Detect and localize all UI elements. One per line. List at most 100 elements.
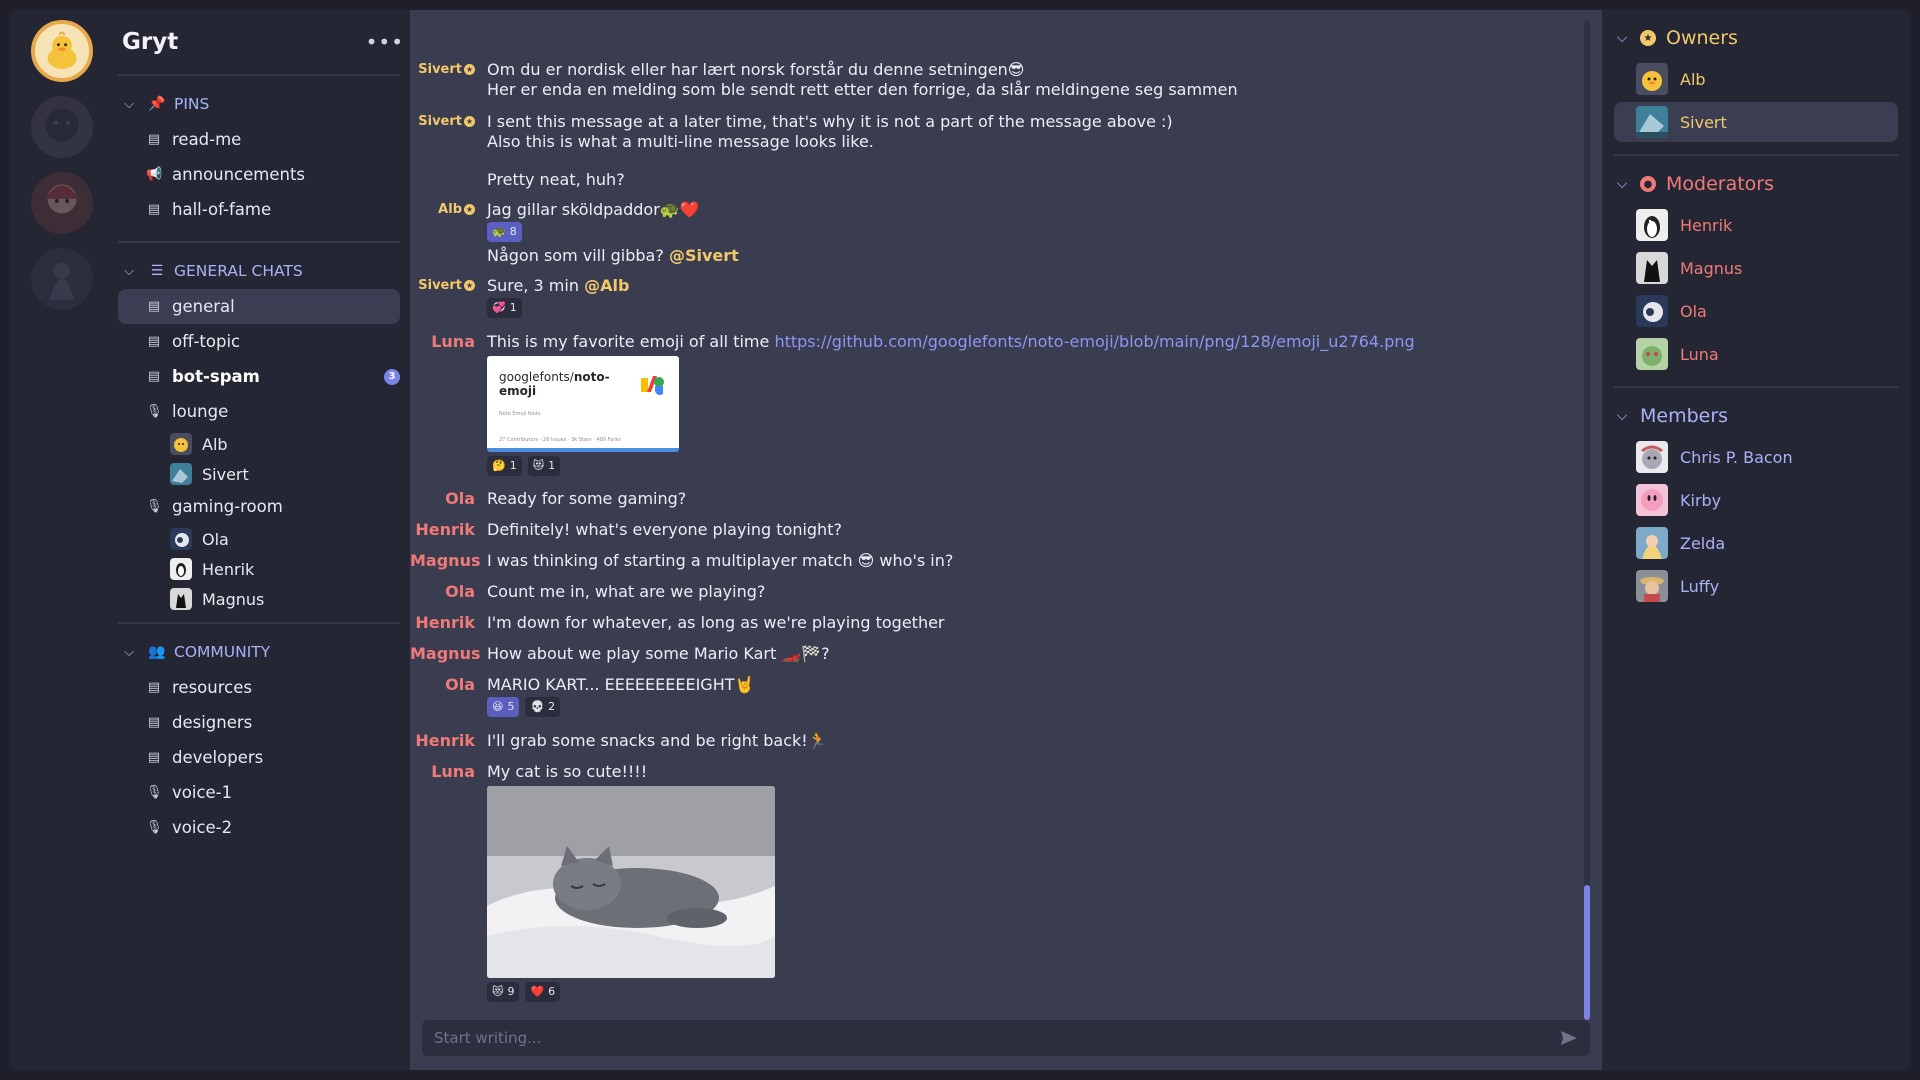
server-gryt-icon[interactable] <box>31 20 93 82</box>
message-author[interactable]: Ola <box>410 675 487 694</box>
message: Magnus How about we play some Mario Kart… <box>410 644 1582 664</box>
avatar <box>170 588 192 610</box>
message-author[interactable]: Magnus <box>410 551 487 570</box>
message-text: Also this is what a multi-line message l… <box>487 132 874 151</box>
more-options-icon[interactable]: ••• <box>366 30 404 54</box>
message-author[interactable]: Sivert ★ <box>410 112 487 129</box>
channel-gaming-room[interactable]: 🎙 gaming-room <box>118 489 400 524</box>
message: Ola Ready for some gaming? <box>410 489 1582 509</box>
server-dark-icon[interactable] <box>31 96 93 158</box>
message-author[interactable]: Henrik <box>410 731 487 750</box>
chat-scrollbar[interactable] <box>1584 20 1590 1020</box>
avatar <box>1636 338 1668 370</box>
channel-announcements[interactable]: 📢 announcements <box>118 157 400 192</box>
channel-developers[interactable]: ▤ developers <box>118 740 400 775</box>
channel-bot-spam[interactable]: ▤ bot-spam 3 <box>118 359 400 394</box>
reaction-hearts[interactable]: 💞 1 <box>487 298 522 318</box>
reaction-laughing[interactable]: 😆 5 <box>487 697 520 717</box>
message-text: Om du er nordisk eller har lært norsk fo… <box>487 60 1025 79</box>
reaction-heart[interactable]: ❤️ 6 <box>525 982 561 1002</box>
channel-voice-1[interactable]: 🎙 voice-1 <box>118 775 400 810</box>
member-list: ⌵ ★ Owners Alb Sivert ⌵ ● Moderators Hen… <box>1602 10 1910 1070</box>
reaction-heart-eyes-cat[interactable]: 😻 9 <box>487 982 520 1002</box>
group-owners-header[interactable]: ⌵ ★ Owners <box>1614 20 1898 56</box>
divider <box>118 622 400 624</box>
message-text: Någon som vill gibba? @Sivert <box>487 246 739 265</box>
member-zelda[interactable]: Zelda <box>1614 523 1898 563</box>
member-kirby[interactable]: Kirby <box>1614 480 1898 520</box>
channel-hall-of-fame[interactable]: ▤ hall-of-fame <box>118 192 400 227</box>
message-author[interactable]: Magnus <box>410 644 487 663</box>
message-text: I sent this message at a later time, tha… <box>487 112 1173 131</box>
avatar <box>170 463 192 485</box>
member-chris-p-bacon[interactable]: Chris P. Bacon <box>1614 437 1898 477</box>
message-text: I'm down for whatever, as long as we're … <box>487 613 945 632</box>
channel-voice-2[interactable]: 🎙 voice-2 <box>118 810 400 845</box>
server-character-icon[interactable] <box>31 172 93 234</box>
voice-user-alb[interactable]: Alb <box>118 429 410 459</box>
chat-icon: ▤ <box>147 680 161 695</box>
message: Henrik Definitely! what's everyone playi… <box>410 520 1582 540</box>
channel-lounge[interactable]: 🎙 lounge <box>118 394 400 429</box>
message-author[interactable]: Luna <box>410 332 487 351</box>
message: Magnus I was thinking of starting a mult… <box>410 551 1582 571</box>
mention[interactable]: @Alb <box>584 276 629 295</box>
reaction-heart-eyes-cat[interactable]: 😻 1 <box>527 456 561 476</box>
microphone-icon: 🎙 <box>146 820 163 835</box>
message-author[interactable]: Ola <box>410 582 487 601</box>
member-alb[interactable]: Alb <box>1614 59 1898 99</box>
channel-general[interactable]: ▤ general <box>118 289 400 324</box>
member-henrik[interactable]: Henrik <box>1614 205 1898 245</box>
channel-resources[interactable]: ▤ resources <box>118 670 400 705</box>
link-embed-card[interactable]: googlefonts/noto-emoji Noto Emoji fonts … <box>487 356 679 452</box>
group-community-header[interactable]: ⌵ 👥 COMMUNITY <box>118 634 410 670</box>
app-window: Gryt ••• ⌵ 📌 PINS ▤ read-me 📢 announcement… <box>10 10 1910 1070</box>
avatar <box>1636 527 1668 559</box>
mention[interactable]: @Sivert <box>669 246 739 265</box>
divider <box>1614 386 1898 388</box>
voice-user-henrik[interactable]: Henrik <box>118 554 410 584</box>
member-magnus[interactable]: Magnus <box>1614 248 1898 288</box>
reaction-thinking[interactable]: 🤔 1 <box>487 456 522 476</box>
server-header: Gryt ••• <box>118 10 410 74</box>
chevron-down-icon: ⌵ <box>124 644 134 660</box>
scrollbar-thumb[interactable] <box>1584 885 1590 1020</box>
send-icon[interactable] <box>1560 1029 1578 1047</box>
avatar <box>1636 570 1668 602</box>
pin-icon: 📌 <box>148 96 166 112</box>
message-author[interactable]: Ola <box>410 489 487 508</box>
message: Henrik I'll grab some snacks and be righ… <box>410 731 1582 751</box>
channel-designers[interactable]: ▤ designers <box>118 705 400 740</box>
server-shadow-icon[interactable] <box>31 248 93 310</box>
reaction-skull[interactable]: 💀 2 <box>525 697 561 717</box>
group-pins-header[interactable]: ⌵ 📌 PINS <box>118 86 410 122</box>
member-luffy[interactable]: Luffy <box>1614 566 1898 606</box>
message-author[interactable]: Henrik <box>410 520 487 539</box>
message-input[interactable] <box>434 1029 1560 1047</box>
avatar <box>1636 295 1668 327</box>
message-text: Definitely! what's everyone playing toni… <box>487 520 842 539</box>
group-general-header[interactable]: ⌵ ☰ GENERAL CHATS <box>118 253 410 289</box>
message-text: Ready for some gaming? <box>487 489 687 508</box>
member-ola[interactable]: Ola <box>1614 291 1898 331</box>
chat-area: Sivert ★ Om du er nordisk eller har lært … <box>410 10 1602 1070</box>
voice-user-sivert[interactable]: Sivert <box>118 459 410 489</box>
reaction-turtle[interactable]: 🐢 8 <box>487 222 522 242</box>
voice-user-magnus[interactable]: Magnus <box>118 584 410 614</box>
chevron-down-icon: ⌵ <box>1616 30 1628 46</box>
voice-user-ola[interactable]: Ola <box>118 524 410 554</box>
group-moderators-header[interactable]: ⌵ ● Moderators <box>1614 166 1898 202</box>
group-members-header[interactable]: ⌵ Members <box>1614 398 1898 434</box>
member-sivert[interactable]: Sivert <box>1614 102 1898 142</box>
message-author[interactable]: Sivert ★ <box>410 60 487 77</box>
message-author[interactable]: Henrik <box>410 613 487 632</box>
message-author[interactable]: Alb ★ <box>410 200 487 217</box>
cat-photo[interactable] <box>487 786 775 978</box>
message-text: Her er enda en melding som ble sendt ret… <box>487 80 1238 99</box>
message-author[interactable]: Sivert ★ <box>410 276 487 293</box>
message-link[interactable]: https://github.com/googlefonts/noto-emoj… <box>774 332 1414 351</box>
channel-read-me[interactable]: ▤ read-me <box>118 122 400 157</box>
channel-off-topic[interactable]: ▤ off-topic <box>118 324 400 359</box>
member-luna[interactable]: Luna <box>1614 334 1898 374</box>
message-author[interactable]: Luna <box>410 762 487 781</box>
